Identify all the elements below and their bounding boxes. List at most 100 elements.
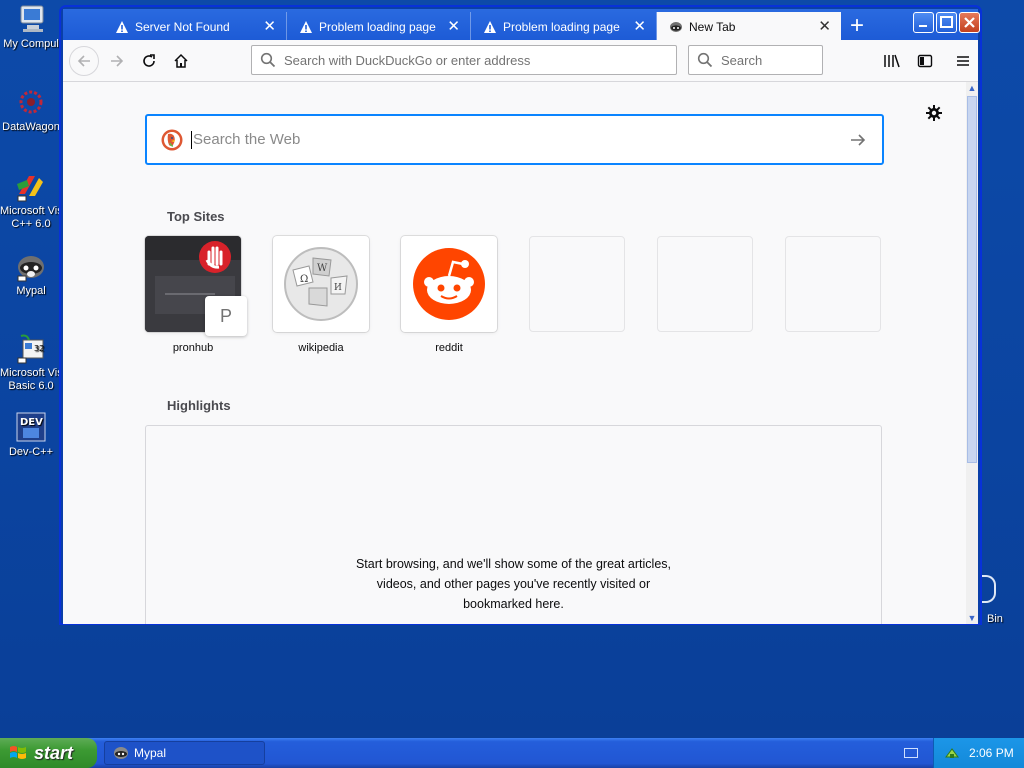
sidebar-button[interactable]	[912, 48, 938, 74]
highlights-title: Highlights	[167, 398, 231, 413]
tab-title: Problem loading page	[319, 20, 436, 34]
top-site-tile-pronhub[interactable]: P	[145, 236, 247, 336]
dev-cpp-icon: DEV	[15, 411, 47, 443]
new-tab-button[interactable]: +	[843, 14, 871, 40]
back-arrow-icon	[77, 55, 90, 67]
tab-problem-loading-1[interactable]: Problem loading page ✕	[287, 12, 471, 42]
tab-problem-loading-2[interactable]: Problem loading page ✕	[471, 12, 657, 42]
tab-close-icon[interactable]: ✕	[263, 19, 276, 34]
reload-icon	[143, 54, 155, 67]
maximize-button[interactable]	[936, 12, 957, 33]
top-site-placeholder	[785, 236, 881, 332]
tab-title: Problem loading page	[503, 20, 620, 34]
svg-text:32: 32	[34, 344, 44, 353]
web-search-placeholder: Search the Web	[193, 131, 301, 148]
top-site-label: pronhub	[172, 342, 214, 354]
web-search-box[interactable]: Search the Web	[145, 114, 884, 165]
library-button[interactable]	[879, 48, 905, 74]
tab-close-icon[interactable]: ✕	[818, 19, 831, 34]
highlights-message-line: videos, and other pages you've recently …	[376, 577, 651, 591]
highlights-message-line: bookmarked here.	[463, 597, 564, 611]
desktop-icon-label: Microsoft Vis C++ 6.0	[0, 205, 62, 230]
close-icon	[964, 17, 975, 28]
site-letter-badge: P	[205, 296, 247, 336]
navigation-toolbar: Search with DuckDuckGo or enter address …	[63, 40, 978, 82]
desktop-icon-dev-cpp[interactable]: DEV Dev-C++	[0, 411, 62, 459]
mypal-icon	[114, 747, 128, 759]
address-bar-placeholder: Search with DuckDuckGo or enter address	[284, 52, 531, 68]
forward-arrow-icon	[111, 55, 124, 67]
clock[interactable]: 2:06 PM	[969, 746, 1014, 760]
network-icon[interactable]	[944, 745, 960, 761]
forward-button[interactable]	[104, 48, 130, 74]
warning-icon	[300, 21, 312, 33]
svg-text:W: W	[317, 263, 328, 274]
keyboard-icon[interactable]	[904, 748, 918, 758]
address-bar[interactable]: Search with DuckDuckGo or enter address	[251, 45, 677, 75]
customize-settings-button[interactable]	[925, 104, 943, 122]
back-button[interactable]	[69, 46, 99, 76]
svg-text:Ω: Ω	[300, 274, 308, 285]
highlights-panel: Start browsing, and we'll show some of t…	[145, 425, 882, 624]
recycle-bin-label: Bin	[987, 613, 1003, 625]
warning-icon	[484, 21, 496, 33]
recycle-bin-icon[interactable]	[982, 575, 996, 603]
desktop-icon-label: DataWagon	[2, 121, 60, 133]
reddit-logo-icon	[413, 248, 485, 320]
desktop-icon-visual-cpp[interactable]: Microsoft Vis C++ 6.0	[0, 170, 62, 231]
top-site-label: wikipedia	[298, 342, 344, 354]
visual-basic-icon: 32	[15, 332, 47, 364]
desktop-icon-label: Mypal	[16, 285, 46, 297]
desktop-icon-datawagon[interactable]: DataWagon	[0, 86, 62, 134]
mypal-icon	[15, 250, 47, 282]
search-bar[interactable]: Search	[688, 45, 823, 75]
maximize-icon	[940, 16, 953, 28]
menu-button[interactable]	[950, 48, 976, 74]
vertical-scrollbar[interactable]: ▲ ▼	[966, 82, 978, 624]
top-site-tile-wikipedia[interactable]: Ω W И	[273, 236, 369, 332]
tab-close-icon[interactable]: ✕	[633, 19, 646, 34]
windows-logo-icon	[10, 746, 26, 759]
taskbar: start Mypal 2:06 PM	[0, 738, 1024, 768]
start-button[interactable]: start	[0, 738, 97, 768]
text-cursor	[191, 130, 192, 149]
minimize-icon	[919, 25, 927, 27]
desktop-icon-visual-basic[interactable]: 32 Microsoft Vis Basic 6.0	[0, 332, 62, 393]
scroll-down-arrow-icon[interactable]: ▼	[966, 612, 978, 624]
tab-title: New Tab	[689, 20, 736, 34]
gear-icon	[926, 105, 942, 121]
scroll-thumb[interactable]	[967, 96, 977, 463]
taskbar-item-label: Mypal	[134, 746, 167, 760]
my-computer-icon	[15, 3, 47, 35]
hamburger-menu-icon	[957, 56, 969, 66]
desktop-icon-my-computer[interactable]: My Compul	[0, 3, 62, 51]
start-label: start	[34, 742, 74, 763]
datawagon-icon	[15, 86, 47, 118]
desktop-icon-mypal[interactable]: Mypal	[0, 250, 62, 298]
top-site-label: reddit	[435, 342, 463, 354]
highlights-message-line: Start browsing, and we'll show some of t…	[355, 557, 672, 571]
tab-new-tab[interactable]: New Tab ✕	[657, 12, 841, 42]
tab-server-not-found[interactable]: Server Not Found ✕	[103, 12, 287, 42]
taskbar-item-mypal[interactable]: Mypal	[104, 741, 265, 765]
close-window-button[interactable]	[959, 12, 980, 33]
scroll-up-arrow-icon[interactable]: ▲	[966, 82, 978, 94]
search-icon	[697, 52, 713, 68]
svg-text:И: И	[334, 283, 342, 293]
top-site-tile-reddit[interactable]	[401, 236, 497, 332]
duckduckgo-logo-icon	[161, 129, 183, 150]
home-button[interactable]	[168, 48, 194, 74]
minimize-button[interactable]	[913, 12, 934, 33]
sidebar-icon	[917, 54, 933, 68]
desktop-icon-label: Dev-C++	[8, 446, 54, 458]
top-site-placeholder	[529, 236, 625, 332]
tab-title: Server Not Found	[135, 20, 230, 34]
reload-button[interactable]	[136, 48, 162, 74]
tab-close-icon[interactable]: ✕	[447, 19, 460, 34]
browser-window: Server Not Found ✕ Problem loading page …	[59, 5, 982, 625]
system-tray: 2:06 PM	[933, 738, 1024, 768]
top-site-placeholder	[657, 236, 753, 332]
tab-strip: Server Not Found ✕ Problem loading page …	[63, 9, 980, 42]
search-submit-arrow-icon[interactable]	[848, 130, 868, 150]
warning-icon	[116, 21, 128, 33]
